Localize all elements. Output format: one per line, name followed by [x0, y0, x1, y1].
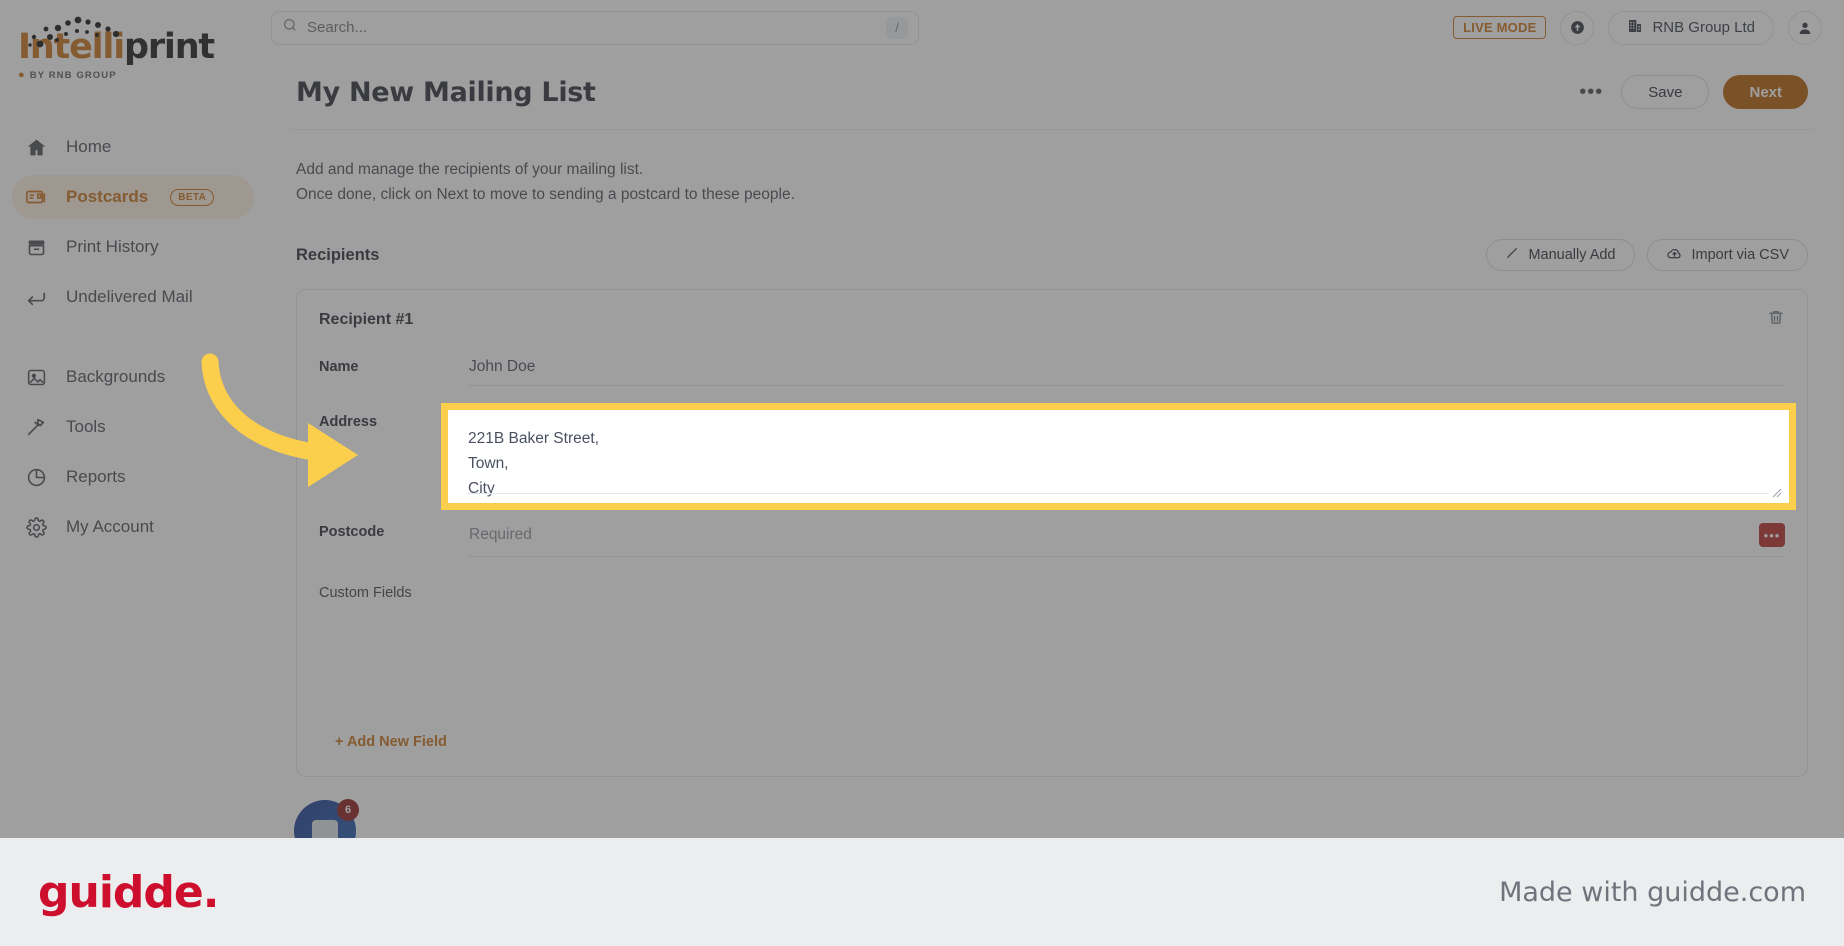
sidebar-item-label: Postcards	[66, 187, 149, 206]
sidebar-item-label: Undelivered Mail	[66, 287, 193, 306]
postcode-row: Postcode Required •••	[319, 514, 1785, 558]
chat-unread-badge: 6	[337, 799, 359, 821]
recipients-actions: Manually Add Import via CSV	[1486, 239, 1808, 272]
recipient-card: Recipient #1 Name John Doe Address Postc…	[296, 289, 1808, 778]
import-csv-label: Import via CSV	[1691, 247, 1790, 264]
sidebar-item-label: Reports	[66, 467, 126, 486]
building-icon	[1627, 18, 1643, 38]
custom-fields-row: Custom Fields + Add New Field	[319, 575, 1785, 750]
hammer-icon	[24, 415, 48, 439]
manually-add-button[interactable]: Manually Add	[1486, 239, 1635, 272]
sidebar-item-my-account[interactable]: My Account	[12, 505, 254, 549]
pencil-icon	[1505, 246, 1519, 264]
sidebar-item-label: Print History	[66, 237, 159, 256]
postcode-label: Postcode	[319, 524, 385, 541]
search-icon	[282, 17, 298, 38]
custom-fields-label: Custom Fields	[319, 585, 412, 602]
top-bar: / LIVE MODE RNB Group Ltd	[266, 0, 1844, 55]
organization-name: RNB Group Ltd	[1652, 19, 1755, 36]
save-button[interactable]: Save	[1621, 75, 1710, 109]
sidebar-item-undelivered-mail[interactable]: Undelivered Mail	[12, 275, 254, 319]
sidebar-item-print-history[interactable]: Print History	[12, 225, 254, 269]
upload-button[interactable]	[1560, 10, 1595, 45]
screenshot-root: Intelliprint ● BY RNB GROUP Home Postcar…	[0, 0, 1844, 946]
next-button[interactable]: Next	[1723, 75, 1808, 109]
logo-burst-icon	[28, 16, 120, 48]
search-shortcut-badge: /	[886, 16, 908, 39]
annotation-arrow	[201, 353, 358, 487]
guidde-footer: guidde. Made with guidde.com	[0, 838, 1844, 946]
return-arrow-icon	[24, 285, 48, 309]
cloud-upload-icon	[1666, 245, 1683, 266]
page-actions: ••• Save Next	[1575, 75, 1808, 109]
postcode-more-button[interactable]: •••	[1759, 523, 1785, 548]
sidebar-item-label: My Account	[66, 517, 154, 536]
app-logo[interactable]: Intelliprint ● BY RNB GROUP	[0, 0, 266, 104]
address-textarea[interactable]: 221B Baker Street, Town, City	[448, 410, 1789, 503]
name-value[interactable]: John Doe	[469, 349, 1785, 387]
sidebar-item-label: Tools	[66, 417, 106, 436]
description-line-2: Once done, click on Next to move to send…	[296, 186, 795, 204]
guidde-logo: guidde.	[38, 866, 219, 918]
address-field-underline	[468, 493, 1769, 494]
description-line-1: Add and manage the recipients of your ma…	[296, 161, 644, 178]
postcode-placeholder: Required	[469, 526, 532, 544]
gear-icon	[24, 515, 48, 539]
delete-recipient-button[interactable]	[1767, 308, 1785, 331]
address-line-3: City	[468, 480, 495, 498]
manually-add-label: Manually Add	[1528, 247, 1616, 264]
sidebar-item-label: Home	[66, 137, 112, 156]
search-input[interactable]	[307, 19, 877, 36]
archive-icon	[24, 235, 48, 259]
page-description: Add and manage the recipients of your ma…	[290, 130, 1814, 207]
sidebar-item-label: Backgrounds	[66, 367, 166, 386]
address-textarea-highlight[interactable]: 221B Baker Street, Town, City	[441, 403, 1796, 510]
postcode-field[interactable]: Required •••	[469, 514, 1785, 558]
organization-switcher[interactable]: RNB Group Ltd	[1608, 10, 1774, 45]
logo-subtitle: BY RNB GROUP	[29, 69, 117, 81]
address-line-2: Town,	[468, 455, 509, 473]
name-row: Name John Doe	[319, 349, 1785, 387]
recipients-section-header: Recipients Manually Add Import via CSV	[290, 207, 1814, 272]
address-line-1: 221B Baker Street,	[468, 430, 599, 447]
resize-grip-icon[interactable]	[1772, 488, 1782, 498]
page-header: My New Mailing List ••• Save Next	[290, 55, 1814, 130]
sidebar-item-postcards[interactable]: Postcards BETA	[12, 175, 254, 219]
page-title: My New Mailing List	[296, 76, 596, 108]
beta-badge: BETA	[170, 188, 215, 206]
add-new-field-button[interactable]: + Add New Field	[335, 734, 469, 750]
postcard-icon	[24, 185, 48, 209]
location-pin-icon: ●	[18, 69, 26, 81]
recipient-card-header: Recipient #1	[319, 308, 1785, 331]
live-mode-badge: LIVE MODE	[1453, 16, 1547, 39]
recipients-title: Recipients	[296, 245, 380, 264]
home-icon	[24, 135, 48, 159]
more-options-button[interactable]: •••	[1575, 81, 1607, 104]
search-box[interactable]: /	[271, 10, 919, 45]
top-bar-right: LIVE MODE RNB Group Ltd	[1453, 10, 1844, 45]
pie-chart-icon	[24, 465, 48, 489]
user-profile-button[interactable]	[1788, 10, 1822, 45]
made-with-guidde-text: Made with guidde.com	[1499, 876, 1806, 908]
import-csv-button[interactable]: Import via CSV	[1646, 239, 1808, 272]
sidebar-item-home[interactable]: Home	[12, 125, 254, 169]
recipient-card-title: Recipient #1	[319, 310, 414, 328]
image-icon	[24, 365, 48, 389]
